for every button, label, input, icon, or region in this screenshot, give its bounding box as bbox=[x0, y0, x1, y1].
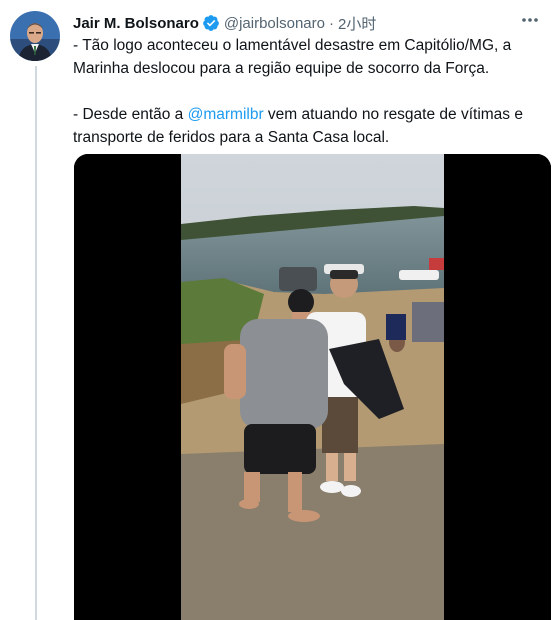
video-frame bbox=[74, 154, 551, 620]
tweet-text: - Tão logo aconteceu o lamentável desast… bbox=[73, 34, 543, 149]
author-name[interactable]: Jair M. Bolsonaro bbox=[73, 15, 199, 32]
more-icon[interactable] bbox=[520, 10, 540, 35]
avatar-photo bbox=[10, 11, 60, 61]
paragraph-2-start: - Desde então a bbox=[73, 106, 188, 123]
tweet-paragraph-2: - Desde então a @marmilbr vem atuando no… bbox=[73, 103, 543, 149]
mention-link[interactable]: @marmilbr bbox=[188, 106, 264, 123]
verified-badge-icon bbox=[202, 14, 220, 32]
separator-dot: · bbox=[328, 14, 334, 32]
avatar[interactable] bbox=[10, 11, 60, 61]
video-player[interactable] bbox=[74, 154, 551, 620]
author-handle[interactable]: @jairbolsonaro bbox=[224, 15, 325, 32]
thread-line bbox=[35, 66, 37, 620]
timestamp[interactable]: 2小时 bbox=[338, 13, 376, 34]
tweet-paragraph-1: - Tão logo aconteceu o lamentável desast… bbox=[73, 37, 512, 77]
tweet-header: Jair M. Bolsonaro @jairbolsonaro · 2小时 bbox=[73, 12, 540, 34]
